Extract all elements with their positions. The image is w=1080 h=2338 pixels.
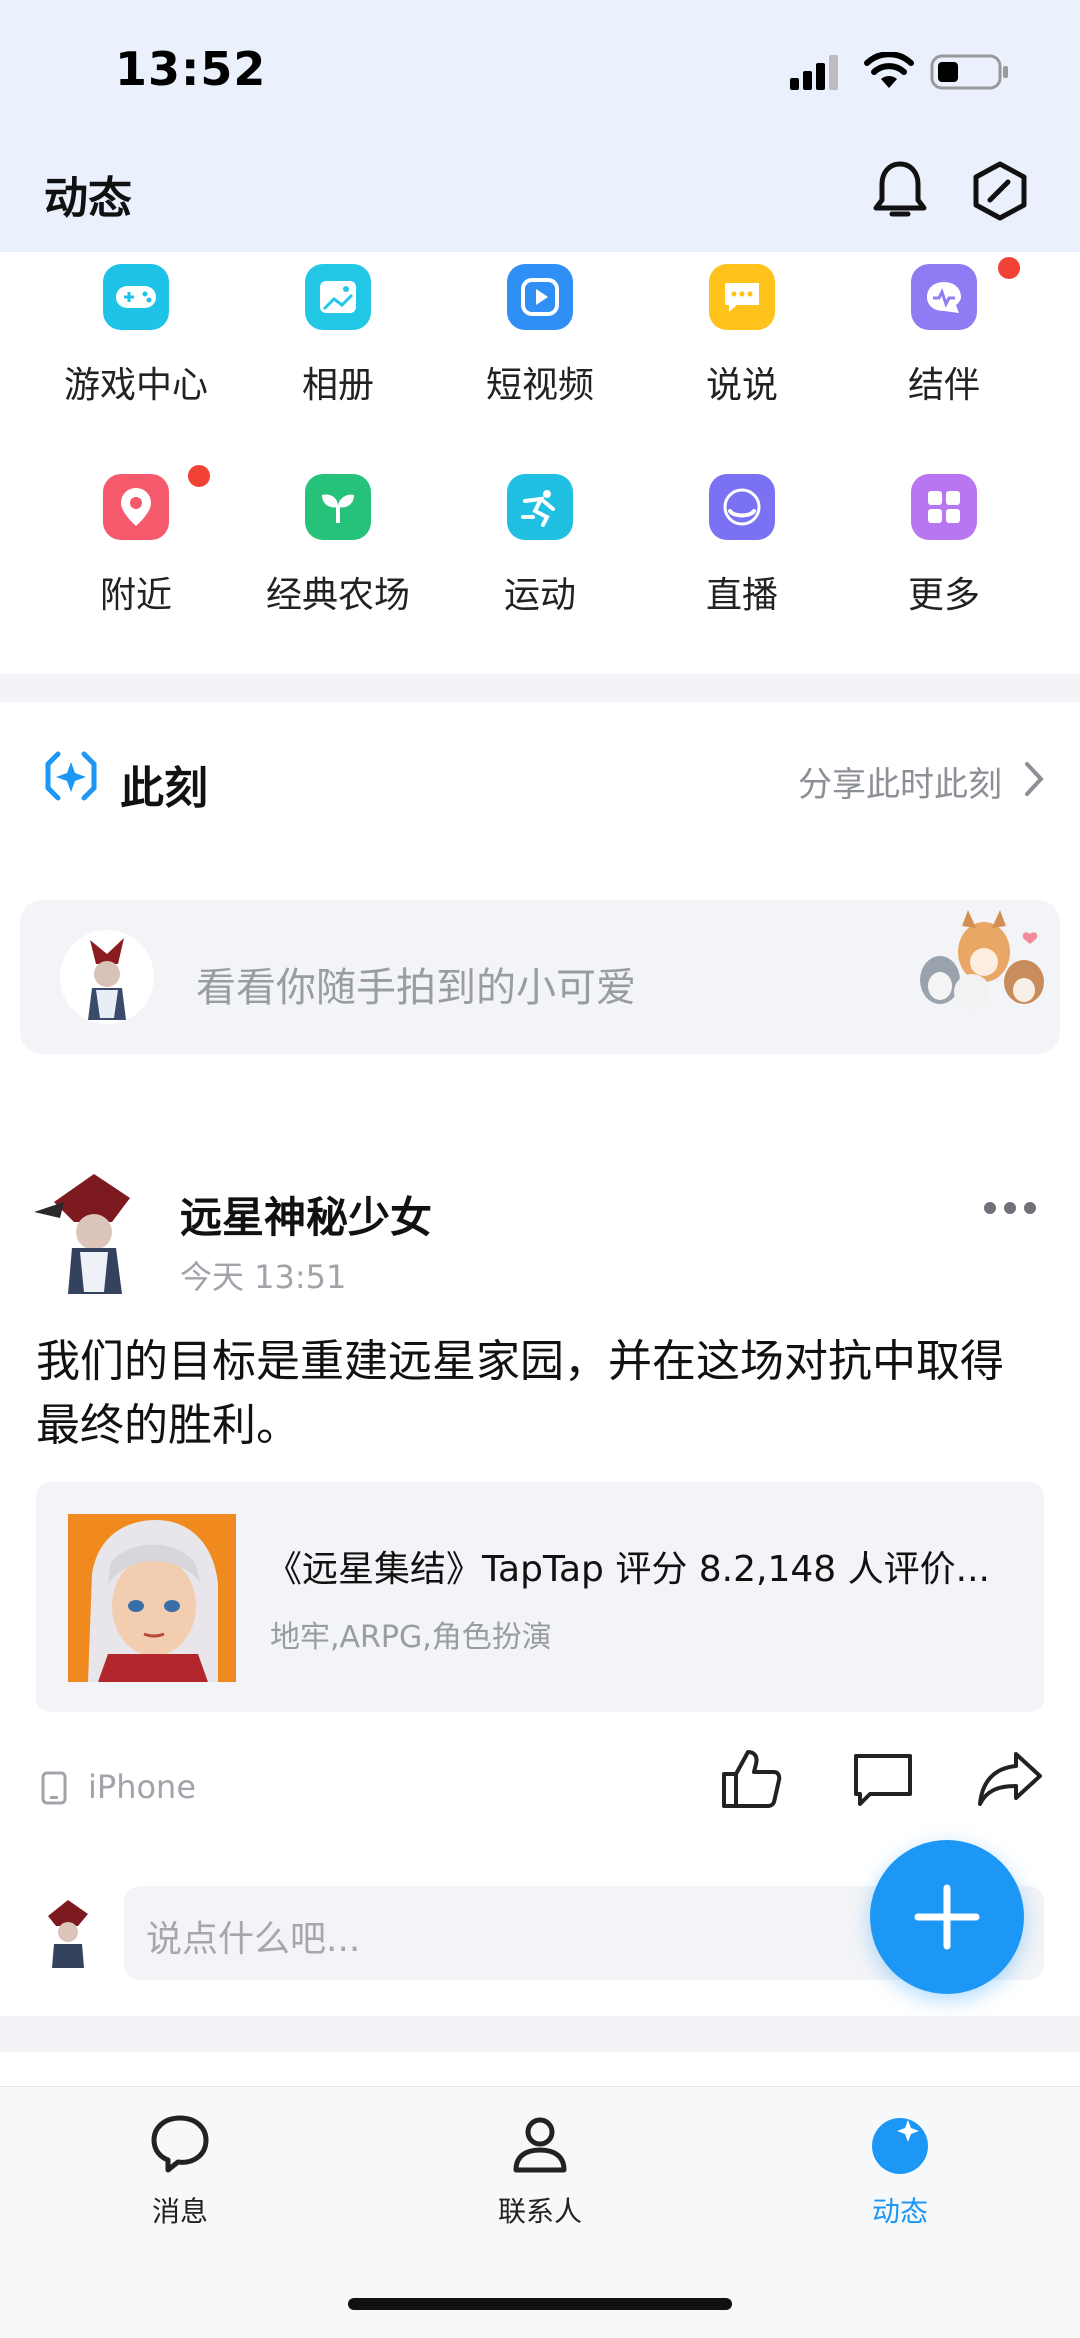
shortcut-label: 附近 <box>99 575 172 616</box>
shortcut-nearby[interactable]: 附近 <box>36 462 236 618</box>
status-time: 13:52 <box>115 42 267 96</box>
tab-label: 消息 <box>151 2195 208 2228</box>
page-title: 动态 <box>44 173 132 224</box>
shortcut-label: 结伴 <box>907 365 980 406</box>
shortcut-live[interactable]: 直播 <box>642 474 842 618</box>
contacts-icon <box>430 2112 650 2180</box>
comment-icon[interactable] <box>852 1752 914 1814</box>
shortcut-label: 经典农场 <box>265 575 410 616</box>
shortcut-companion[interactable]: 结伴 <box>844 254 1044 408</box>
cellular-signal-icon <box>788 52 844 96</box>
message-icon <box>70 2112 290 2180</box>
shortcut-label: 更多 <box>907 575 980 616</box>
tab-label: 动态 <box>871 2195 928 2228</box>
home-indicator[interactable] <box>348 2298 732 2310</box>
tab-feed[interactable]: 动态 <box>790 2112 1010 2230</box>
shortcut-short-video[interactable]: 短视频 <box>440 264 640 408</box>
live-icon <box>709 474 775 540</box>
photo-album-icon <box>305 264 371 330</box>
plus-icon <box>914 1884 980 1950</box>
running-icon <box>507 474 573 540</box>
wifi-icon <box>864 51 914 94</box>
section-divider <box>0 674 1080 702</box>
avatar <box>60 930 154 1024</box>
shortcut-game-center[interactable]: 游戏中心 <box>36 264 236 408</box>
card-title: 《远星集结》TapTap 评分 8.2,148 人评价... <box>266 1549 990 1590</box>
settings-hexagon-icon[interactable] <box>970 160 1030 226</box>
speech-bubble-icon <box>709 264 775 330</box>
post-avatar[interactable] <box>34 1172 150 1294</box>
like-icon[interactable] <box>718 1746 784 1816</box>
notification-badge <box>185 462 213 490</box>
share-moment-label: 分享此时此刻 <box>798 764 1002 805</box>
notification-badge <box>995 254 1023 282</box>
moment-title: 此刻 <box>120 763 208 814</box>
bell-icon[interactable] <box>870 158 930 226</box>
shortcut-label: 说说 <box>705 365 778 406</box>
shortcut-label: 相册 <box>301 365 374 406</box>
game-cover-image <box>68 1514 236 1682</box>
companion-icon <box>911 254 1023 330</box>
post-device: iPhone <box>88 1768 197 1806</box>
puppies-sticker <box>912 904 1052 1014</box>
location-pin-icon <box>103 462 213 540</box>
tab-contacts[interactable]: 联系人 <box>430 2112 650 2230</box>
battery-icon <box>930 52 1010 96</box>
shortcut-label: 短视频 <box>485 365 594 406</box>
composer-placeholder: 看看你随手拍到的小可爱 <box>196 965 636 1011</box>
shortcut-farm[interactable]: 经典农场 <box>238 474 438 618</box>
sprout-icon <box>305 474 371 540</box>
card-tags: 地牢,ARPG,角色扮演 <box>270 1620 552 1655</box>
shortcut-label: 直播 <box>705 575 778 616</box>
gamepad-icon <box>103 264 169 330</box>
tab-label: 联系人 <box>497 2195 582 2228</box>
post-time: 今天 13:51 <box>180 1258 347 1296</box>
shortcut-more[interactable]: 更多 <box>844 474 1044 618</box>
shortcut-label: 运动 <box>503 575 576 616</box>
more-grid-icon <box>911 474 977 540</box>
feed-star-icon <box>790 2112 1010 2180</box>
shortcut-sport[interactable]: 运动 <box>440 474 640 618</box>
section-divider <box>0 2016 1080 2052</box>
tab-messages[interactable]: 消息 <box>70 2112 290 2230</box>
commenter-avatar <box>34 1898 100 1968</box>
shortcut-shuoshuo[interactable]: 说说 <box>642 264 842 408</box>
comment-placeholder: 说点什么吧... <box>146 1919 361 1960</box>
share-icon[interactable] <box>976 1748 1044 1814</box>
phone-device-icon <box>40 1770 68 1810</box>
chevron-right-icon <box>1024 761 1044 801</box>
post-text: 我们的目标是重建远星家园，并在这场对抗中取得最终的胜利。 <box>36 1336 1004 1451</box>
post-username[interactable]: 远星神秘少女 <box>180 1184 432 1245</box>
share-moment-link[interactable]: 分享此时此刻 <box>798 756 1044 806</box>
create-post-button[interactable] <box>870 1840 1024 1994</box>
shortcut-label: 游戏中心 <box>63 365 208 406</box>
short-video-icon <box>507 264 573 330</box>
shortcut-album[interactable]: 相册 <box>238 264 438 408</box>
more-options-icon[interactable] <box>982 1198 1038 1222</box>
moment-sparkle-icon <box>44 748 98 810</box>
